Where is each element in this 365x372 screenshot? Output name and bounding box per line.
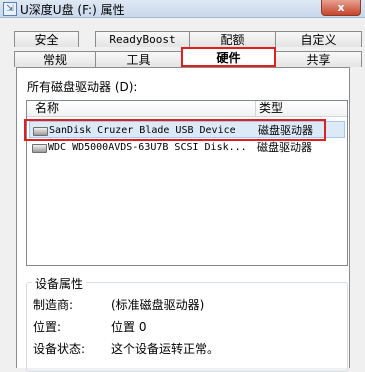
tab-general[interactable]: 常规: [14, 51, 96, 67]
location-label: 位置:: [33, 320, 62, 334]
device-status-value: 这个设备运转正常。: [111, 342, 220, 356]
column-name[interactable]: 名称: [35, 101, 59, 116]
column-separator: [255, 101, 256, 116]
device-status-label: 设备状态:: [33, 342, 86, 356]
tab-tools[interactable]: 工具: [95, 51, 182, 67]
hardware-tab-highlight: [181, 47, 276, 67]
list-header: [27, 101, 347, 117]
drive-row-wdc[interactable]: WDC WD5000AVDS-63U7B SCSI Disk... 磁盘驱动器: [29, 139, 345, 156]
title-bar: ⇲ U深度U盘 (F:) 属性 x: [0, 0, 365, 18]
drives-label: 所有磁盘驱动器 (D):: [27, 80, 138, 94]
drive-type: 磁盘驱动器: [257, 141, 312, 154]
tab-customize[interactable]: 自定义: [275, 31, 362, 47]
manufacturer-label: 制造商:: [33, 298, 74, 312]
sandisk-row-highlight: [24, 119, 326, 141]
drive-properties-icon: ⇲: [3, 2, 17, 16]
tab-sharing[interactable]: 共享: [275, 51, 362, 67]
tab-quota[interactable]: 配额: [189, 31, 276, 47]
location-value: 位置 0: [111, 320, 147, 334]
close-button[interactable]: x: [321, 0, 361, 16]
manufacturer-value: (标准磁盘驱动器): [111, 298, 205, 312]
window-title: U深度U盘 (F:) 属性: [20, 3, 125, 17]
drive-name: WDC WD5000AVDS-63U7B SCSI Disk...: [48, 142, 247, 153]
tab-readyboost[interactable]: ReadyBoost: [95, 31, 190, 47]
tab-security[interactable]: 安全: [14, 31, 79, 47]
column-type[interactable]: 类型: [259, 101, 283, 116]
disk-drive-icon: [32, 144, 47, 153]
device-properties-title: 设备属性: [32, 275, 87, 292]
